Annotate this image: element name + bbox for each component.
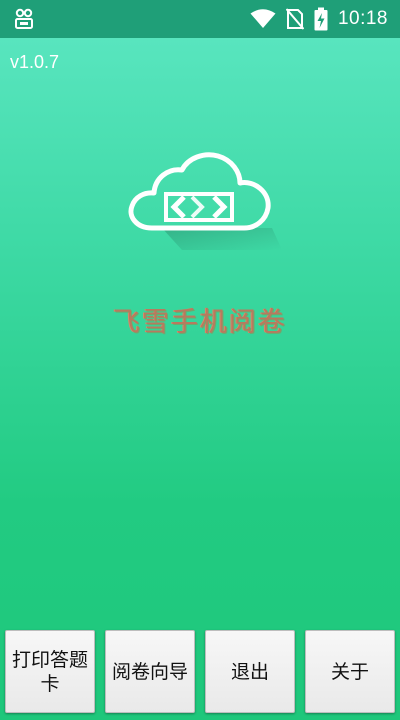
app-notification-icon: [14, 8, 34, 30]
app-screen: 10:18 v1.0.7 飞雪手机阅卷 打印答题卡 阅卷向导 退出 关于: [0, 0, 400, 720]
about-button[interactable]: 关于: [305, 630, 395, 713]
grading-wizard-button[interactable]: 阅卷向导: [105, 630, 195, 713]
status-left: [14, 8, 34, 30]
app-version: v1.0.7: [10, 52, 60, 72]
bottom-button-bar: 打印答题卡 阅卷向导 退出 关于: [0, 630, 400, 720]
exit-button[interactable]: 退出: [205, 630, 295, 713]
cloud-logo-icon: [122, 150, 282, 250]
app-title: 飞雪手机阅卷: [113, 307, 287, 338]
wifi-icon: [250, 9, 276, 29]
status-right: 10:18: [250, 7, 388, 31]
battery-charging-icon: [314, 7, 328, 31]
print-answer-card-button[interactable]: 打印答题卡: [5, 630, 95, 713]
status-bar: 10:18: [0, 0, 400, 38]
no-sim-icon: [285, 8, 304, 30]
status-time: 10:18: [337, 8, 388, 29]
